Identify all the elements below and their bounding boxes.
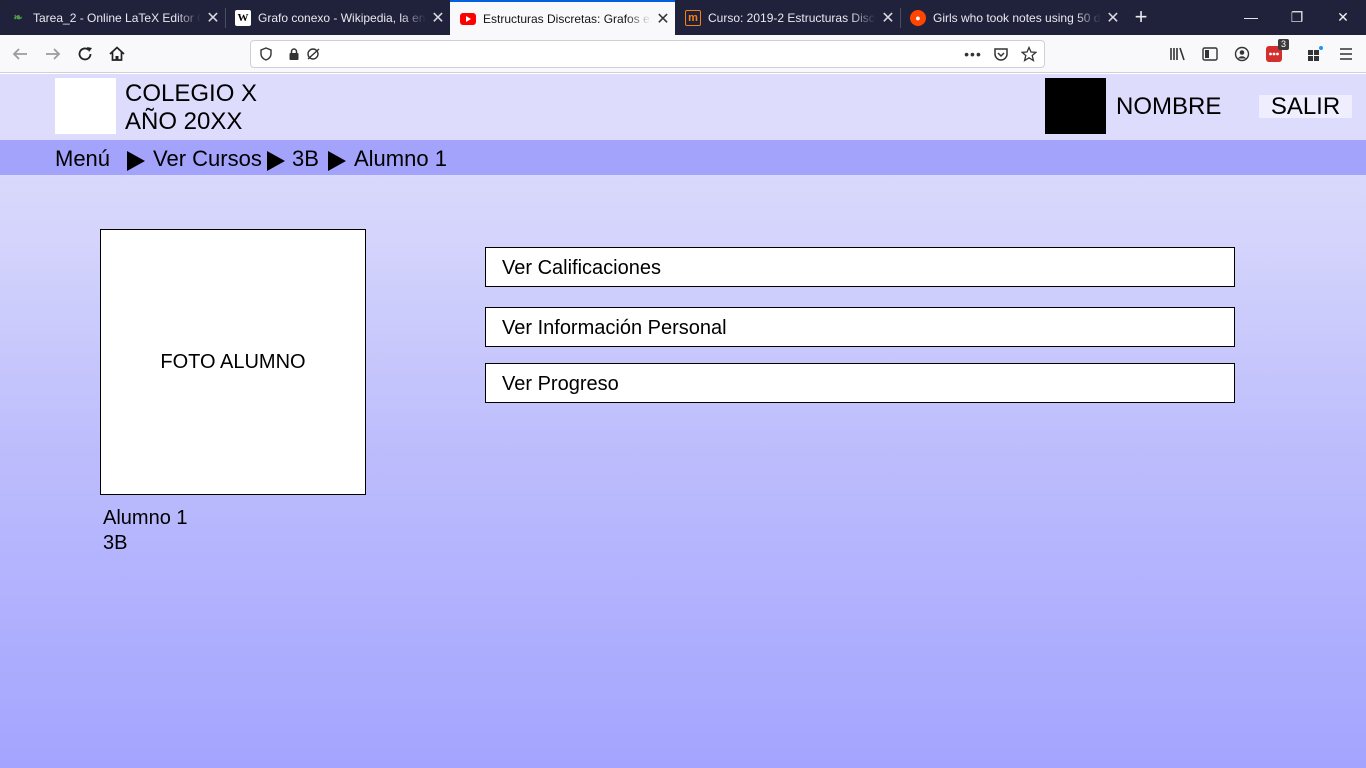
school-name: COLEGIO X	[125, 80, 258, 107]
view-personal-info-button[interactable]: Ver Información Personal	[485, 307, 1235, 347]
tab-title: Tarea_2 - Online LaTeX Editor Overleaf	[33, 10, 201, 25]
user-avatar[interactable]	[1045, 78, 1106, 134]
tab-wikipedia[interactable]: W Grafo conexo - Wikipedia, la enciclope…	[225, 0, 450, 35]
extension-icon[interactable]: 3	[1263, 39, 1289, 65]
student-name: Alumno 1	[103, 507, 188, 529]
school-logo	[55, 78, 116, 134]
extension-badge: 3	[1277, 39, 1289, 50]
photo-placeholder-label: FOTO ALUMNO	[160, 350, 306, 373]
youtube-icon	[460, 11, 476, 27]
moodle-icon: m	[685, 9, 701, 26]
breadcrumb: Menú Ver Cursos 3B Alumno 1	[0, 140, 1366, 175]
student-group: 3B	[103, 532, 128, 554]
close-tab-icon[interactable]: ✕	[651, 9, 675, 29]
home-icon[interactable]	[102, 39, 132, 69]
library-icon[interactable]	[1167, 43, 1189, 65]
forward-arrow-icon[interactable]	[38, 39, 68, 69]
tab-title: Grafo conexo - Wikipedia, la enciclopedi…	[258, 10, 426, 25]
page-content: COLEGIO X AÑO 20XX NOMBRE SALIR Menú Ver…	[0, 74, 1366, 768]
user-name: NOMBRE	[1116, 93, 1222, 120]
restore-button[interactable]: ❐	[1274, 0, 1320, 35]
reload-icon[interactable]	[70, 39, 100, 69]
back-arrow-icon[interactable]	[5, 39, 35, 69]
breadcrumb-menu[interactable]: Menú	[55, 146, 110, 172]
breadcrumb-group[interactable]: 3B	[292, 146, 319, 172]
school-title: COLEGIO X AÑO 20XX	[125, 80, 257, 136]
reddit-icon: ●	[910, 9, 926, 26]
minimize-button[interactable]: —	[1228, 0, 1274, 35]
tab-moodle[interactable]: m Curso: 2019-2 Estructuras Discretas ✕	[675, 0, 900, 35]
address-bar[interactable]: •••	[250, 40, 1045, 68]
account-icon[interactable]	[1231, 43, 1253, 65]
close-tab-icon[interactable]: ✕	[1101, 8, 1125, 28]
pocket-icon[interactable]	[992, 45, 1010, 63]
tab-title: Girls who took notes using 50 different …	[933, 10, 1101, 25]
autoplay-blocked-icon[interactable]	[305, 45, 323, 63]
breadcrumb-arrow-icon	[127, 151, 145, 171]
extensions-puzzle-icon[interactable]	[1304, 43, 1326, 65]
new-tab-button[interactable]: +	[1129, 0, 1153, 35]
shield-icon[interactable]	[257, 45, 275, 63]
overleaf-icon: ❧	[13, 12, 23, 24]
close-window-button[interactable]: ✕	[1320, 0, 1366, 35]
wikipedia-icon: W	[235, 9, 251, 26]
tab-title: Estructuras Discretas: Grafos espanol	[483, 11, 651, 26]
tab-overleaf[interactable]: ❧ Tarea_2 - Online LaTeX Editor Overleaf…	[0, 0, 225, 35]
breadcrumb-arrow-icon	[267, 151, 285, 171]
tab-youtube[interactable]: Estructuras Discretas: Grafos espanol ✕	[450, 0, 675, 35]
school-year: AÑO 20XX	[125, 108, 243, 135]
breadcrumb-student: Alumno 1	[354, 146, 447, 171]
bookmark-star-icon[interactable]	[1020, 45, 1038, 63]
browser-toolbar: ••• 3	[0, 35, 1366, 73]
student-photo: FOTO ALUMNO	[100, 229, 366, 495]
view-grades-button[interactable]: Ver Calificaciones	[485, 247, 1235, 287]
breadcrumb-arrow-icon	[328, 151, 346, 171]
close-tab-icon[interactable]: ✕	[876, 8, 900, 28]
close-tab-icon[interactable]: ✕	[201, 8, 225, 28]
logout-button[interactable]: SALIR	[1259, 95, 1352, 119]
lock-icon[interactable]	[285, 45, 303, 63]
view-progress-button[interactable]: Ver Progreso	[485, 363, 1235, 403]
tab-title: Curso: 2019-2 Estructuras Discretas	[708, 10, 876, 25]
breadcrumb-courses[interactable]: Ver Cursos	[153, 146, 262, 172]
site-header: COLEGIO X AÑO 20XX NOMBRE SALIR	[0, 74, 1366, 140]
menu-hamburger-icon[interactable]	[1335, 43, 1357, 65]
browser-tab-strip: ❧ Tarea_2 - Online LaTeX Editor Overleaf…	[0, 0, 1366, 35]
close-tab-icon[interactable]: ✕	[426, 8, 450, 28]
tab-reddit[interactable]: ● Girls who took notes using 50 differen…	[900, 0, 1125, 35]
sidebar-icon[interactable]	[1199, 43, 1221, 65]
page-actions-icon[interactable]: •••	[964, 45, 982, 63]
